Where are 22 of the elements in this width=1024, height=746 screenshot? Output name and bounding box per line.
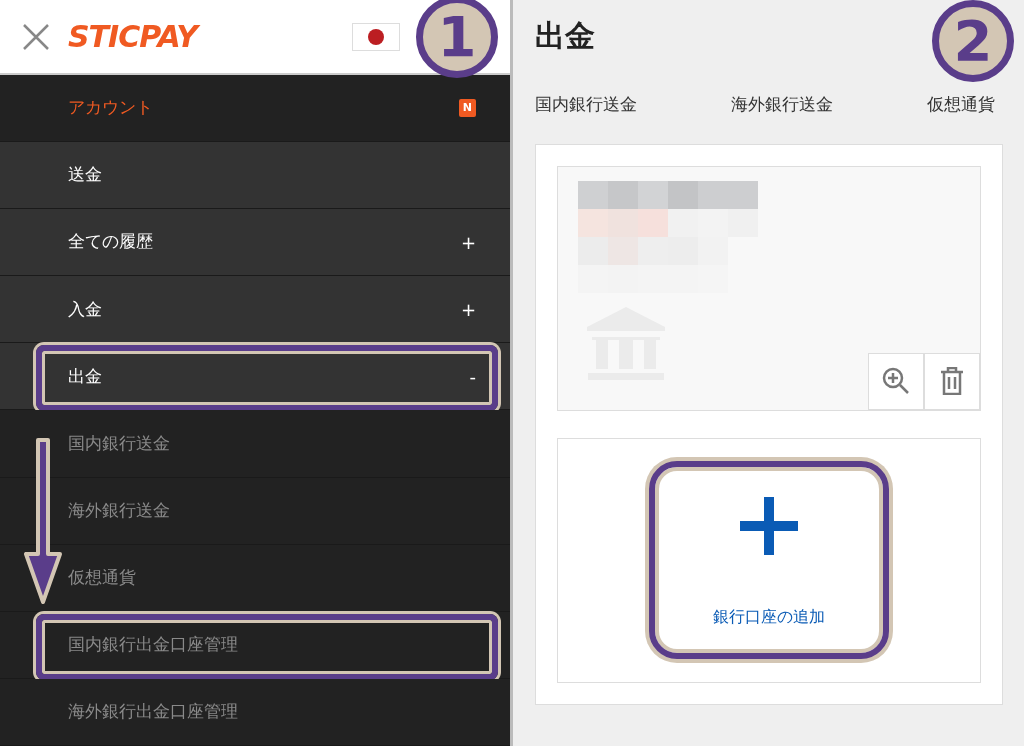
- zoom-in-icon: [882, 367, 910, 395]
- tab[interactable]: 海外銀行送金: [731, 88, 833, 122]
- delete-button[interactable]: [924, 352, 980, 410]
- menu-item[interactable]: 国内銀行出金口座管理: [0, 611, 510, 679]
- menu-item[interactable]: 国内銀行送金: [0, 410, 510, 478]
- plus-icon: [740, 497, 798, 555]
- menu-item[interactable]: 入金 +: [0, 276, 510, 344]
- close-icon[interactable]: [22, 22, 50, 51]
- menu-item[interactable]: 出金 -: [0, 343, 510, 411]
- flag-icon[interactable]: [352, 22, 400, 51]
- tab[interactable]: 国内銀行送金: [535, 88, 637, 122]
- toggle-sign[interactable]: -: [469, 362, 476, 390]
- trash-icon: [940, 367, 964, 395]
- tab[interactable]: 仮想通貨: [927, 88, 995, 122]
- menu-item[interactable]: 海外銀行出金口座管理: [0, 678, 510, 746]
- new-badge: N: [458, 98, 476, 118]
- menu-item[interactable]: 送金: [0, 142, 510, 210]
- zoom-in-button[interactable]: [868, 352, 924, 410]
- toggle-sign[interactable]: +: [460, 228, 476, 256]
- menu-item[interactable]: 全ての履歴 +: [0, 209, 510, 277]
- page-title: 出金: [535, 18, 595, 54]
- toggle-sign[interactable]: +: [460, 295, 476, 323]
